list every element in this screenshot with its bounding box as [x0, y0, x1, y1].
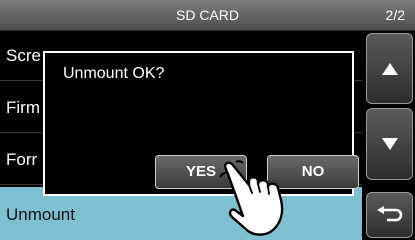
scroll-down-button[interactable]: [366, 108, 413, 180]
sd-card-screen: SD CARD 2/2 Scre Firm Forr Unmount Unmou…: [0, 0, 415, 240]
menu-item-label: Forr: [6, 150, 38, 169]
triangle-up-icon: [381, 62, 398, 75]
menu-item-label: Scre: [6, 46, 41, 65]
triangle-down-icon: [381, 138, 398, 150]
screen-title: SD CARD: [175, 7, 239, 23]
back-button[interactable]: [366, 192, 413, 238]
return-arrow-icon: [376, 206, 402, 222]
title-bar: SD CARD 2/2: [0, 0, 415, 31]
pointing-hand-icon: [219, 160, 284, 236]
page-indicator: 2/2: [385, 7, 405, 23]
scroll-up-button[interactable]: [366, 33, 413, 104]
unmount-confirm-dialog: Unmount OK? YES NO: [43, 51, 359, 196]
menu-item-label: Firm: [6, 98, 40, 117]
dialog-message: Unmount OK?: [63, 65, 165, 82]
